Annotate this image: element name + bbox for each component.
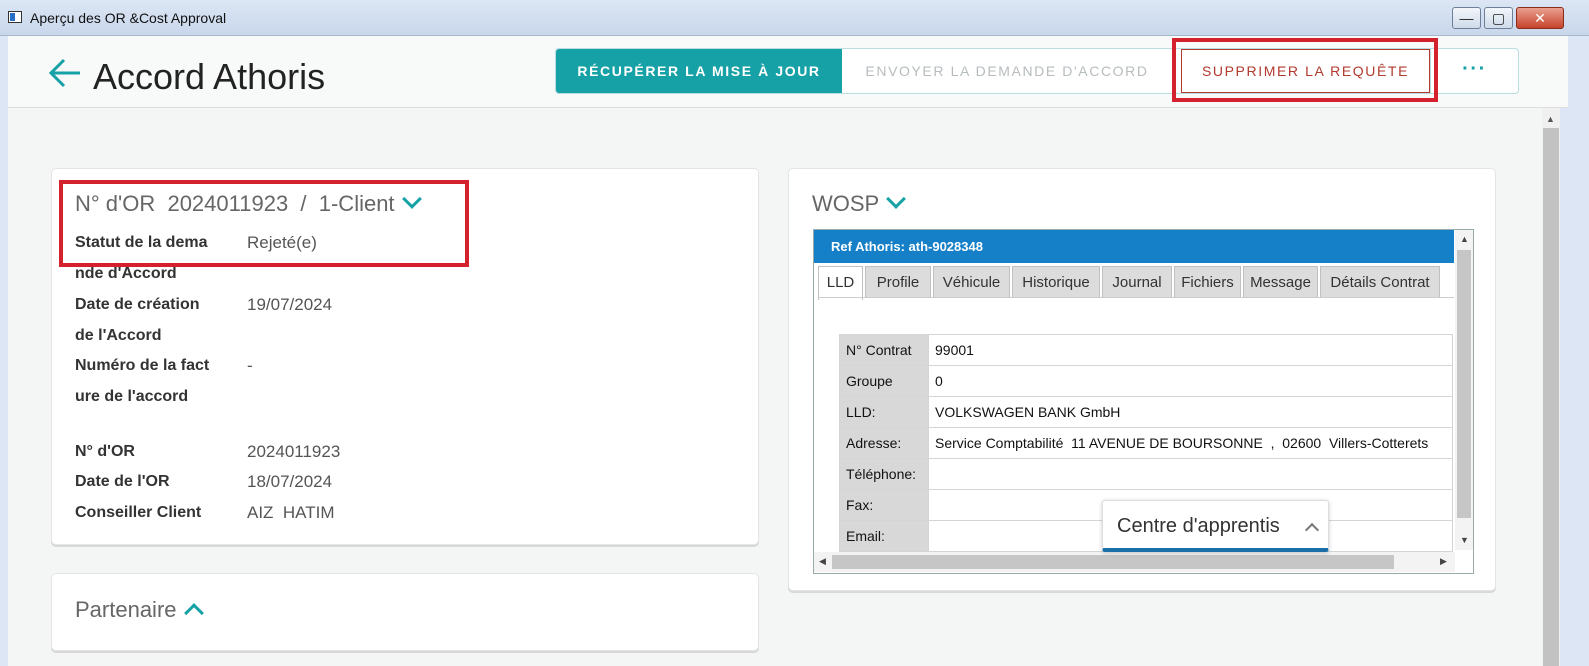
partner-card-heading[interactable]: Partenaire [75, 597, 204, 623]
scroll-down-icon[interactable]: ▼ [1460, 535, 1469, 545]
page-title: Accord Athoris [93, 56, 326, 97]
scroll-left-icon[interactable]: ◀ [819, 556, 826, 567]
back-arrow-icon[interactable] [48, 58, 82, 88]
learning-center-label: Centre d'apprentis [1117, 515, 1280, 537]
chevron-down-icon[interactable] [886, 189, 907, 209]
window-border-right [1560, 36, 1589, 666]
field-value-advisor: AIZ HATIM [247, 503, 335, 522]
tab-divider [818, 297, 1454, 298]
table-row: LLD: VOLKSWAGEN BANK GmbH [839, 396, 1453, 428]
wosp-horizontal-scrollbar[interactable]: ◀ ▶ [814, 552, 1455, 572]
row-label: N° Contrat [839, 334, 929, 366]
table-row: Groupe 0 [839, 365, 1453, 397]
row-label: Téléphone: [839, 458, 929, 490]
field-label-or-date: Date de l'OR [75, 473, 170, 490]
row-value: 0 [928, 365, 1453, 397]
scroll-thumb[interactable] [1543, 128, 1559, 666]
field-value-invoice-number: - [247, 356, 253, 375]
wosp-vertical-scrollbar[interactable]: ▲ ▼ [1455, 230, 1473, 550]
field-label-or-number: N° d'OR [75, 443, 135, 460]
row-label: Email: [839, 520, 929, 552]
tab-message[interactable]: Message [1243, 266, 1318, 298]
learning-center-widget[interactable]: Centre d'apprentis [1102, 500, 1329, 552]
scroll-up-icon[interactable]: ▲ [1546, 114, 1555, 124]
maximize-button[interactable]: ▢ [1484, 7, 1513, 29]
fetch-update-button[interactable]: RÉCUPÉRER LA MISE À JOUR [556, 49, 842, 93]
highlight-box-delete [1172, 38, 1438, 102]
row-label: LLD: [839, 396, 929, 428]
close-window-button[interactable]: ✕ [1516, 7, 1564, 29]
wosp-ref-bar: Ref Athoris: ath-9028348 [814, 230, 1454, 263]
row-value: VOLKSWAGEN BANK GmbH [928, 396, 1453, 428]
tab-vehicule[interactable]: Véhicule [933, 266, 1010, 298]
row-label: Adresse: [839, 427, 929, 459]
field-label-invoice-number: Numéro de la fact ure de l'accord [75, 357, 210, 405]
row-value: 99001 [928, 334, 1453, 366]
wosp-card-heading[interactable]: WOSP [812, 189, 907, 217]
field-value-or-date: 18/07/2024 [247, 472, 333, 491]
field-label-creation-date: Date de création de l'Accord [75, 296, 200, 344]
scroll-thumb[interactable] [1457, 250, 1471, 518]
field-label-advisor: Conseiller Client [75, 504, 202, 521]
table-row: N° Contrat 99001 [839, 334, 1453, 366]
partner-heading-text: Partenaire [75, 597, 177, 622]
page-vertical-scrollbar[interactable]: ▲ [1542, 108, 1560, 666]
row-label: Groupe [839, 365, 929, 397]
chevron-up-icon[interactable] [183, 603, 204, 623]
scroll-thumb[interactable] [832, 555, 1394, 569]
app-icon [8, 11, 22, 23]
table-row: Adresse: Service Comptabilité 11 AVENUE D… [839, 427, 1453, 459]
window-titlebar: Aperçu des OR &Cost Approval ― ▢ ✕ [0, 0, 1589, 36]
wosp-heading-text: WOSP [812, 191, 880, 216]
tab-profile[interactable]: Profile [865, 266, 931, 298]
highlight-box-or [59, 180, 469, 267]
scroll-right-icon[interactable]: ▶ [1440, 556, 1447, 567]
send-request-button[interactable]: ENVOYER LA DEMANDE D'ACCORD [842, 49, 1172, 93]
table-row: Téléphone: [839, 458, 1453, 490]
row-value [928, 458, 1453, 490]
tab-journal[interactable]: Journal [1102, 266, 1172, 298]
tab-lld[interactable]: LLD [818, 266, 863, 300]
field-value-or-number: 2024011923 [247, 442, 341, 461]
field-value-creation-date: 19/07/2024 [247, 295, 333, 314]
scroll-up-icon[interactable]: ▲ [1460, 234, 1469, 244]
chevron-up-icon[interactable] [1304, 522, 1320, 538]
minimize-button[interactable]: ― [1452, 7, 1481, 29]
row-value: Service Comptabilité 11 AVENUE DE BOURSO… [928, 427, 1453, 459]
tab-fichiers[interactable]: Fichiers [1174, 266, 1241, 298]
window-title: Aperçu des OR &Cost Approval [30, 10, 227, 26]
partner-card: Partenaire [51, 573, 759, 651]
row-label: Fax: [839, 489, 929, 521]
tab-details-contrat[interactable]: Détails Contrat [1320, 266, 1440, 298]
tab-historique[interactable]: Historique [1012, 266, 1100, 298]
more-options-button[interactable]: ··· [1430, 49, 1518, 93]
window-border-left [0, 36, 8, 666]
